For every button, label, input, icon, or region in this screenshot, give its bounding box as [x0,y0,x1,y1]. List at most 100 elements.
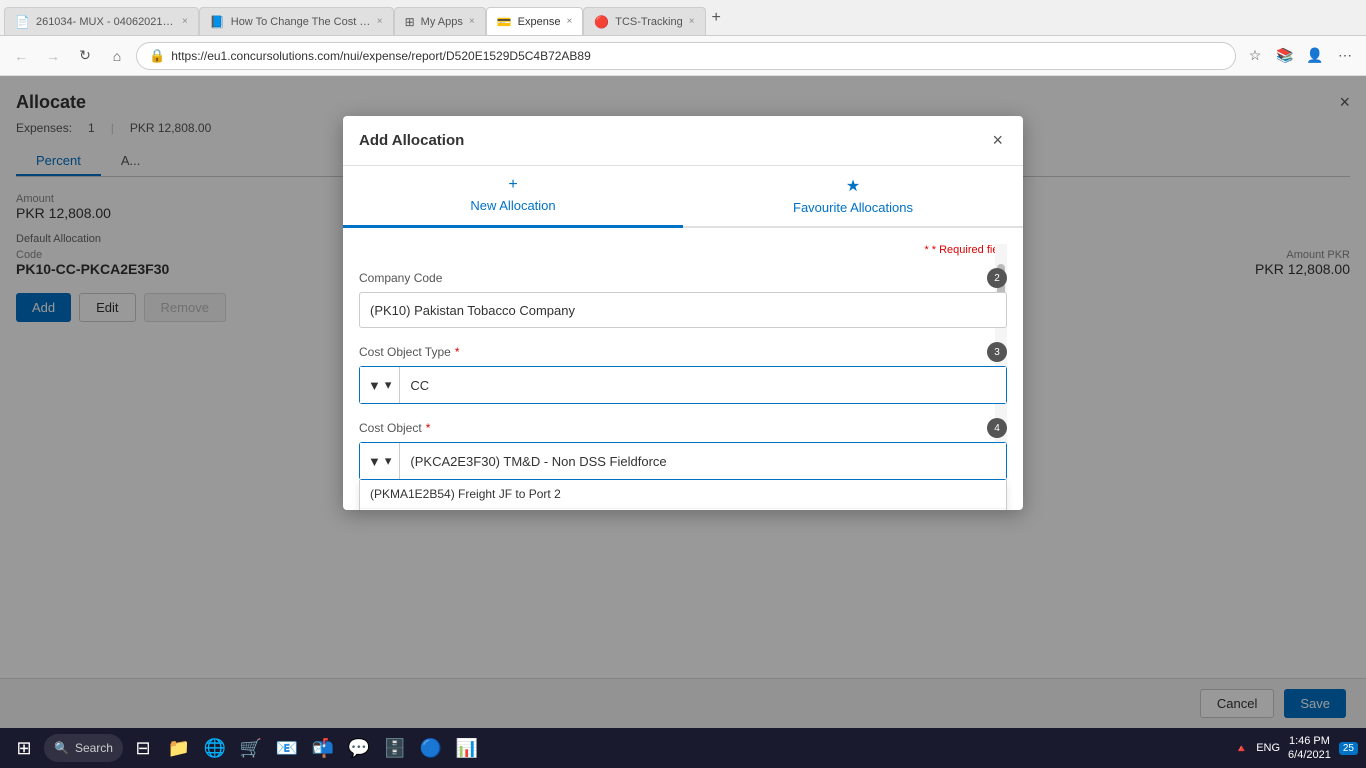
cost-object-type-filter-group: ▼ ▾ [359,366,1007,404]
main-content: Allocate × Expenses: 1 | PKR 12,808.00 P… [0,76,1366,768]
tab-4-label: Expense [518,16,561,28]
new-tab-button[interactable]: + [706,9,727,27]
company-code-input[interactable] [359,292,1007,328]
notification-badge[interactable]: 25 [1339,742,1358,755]
browser-frame: 📄 261034- MUX - 04062021050... × 📘 How T… [0,0,1366,768]
dropdown-item-0[interactable]: (PKMA1E2B54) Freight JF to Port 2 [360,480,1006,509]
cost-object-dropdown[interactable]: (PKMA1E2B54) Freight JF to Port 2 (PKCA1… [359,480,1007,510]
taskbar-app-outlook[interactable]: 📬 [307,732,339,764]
mail-icon: 📧 [276,738,298,759]
teams-icon: 💬 [348,738,370,759]
date-display: 6/4/2021 [1288,748,1331,762]
back-button[interactable]: ← [8,43,34,69]
tab-4[interactable]: 💳 Expense × [486,7,584,35]
tab-5-label: TCS-Tracking [615,16,682,28]
tracking-icon: 🔴 [594,15,609,29]
forward-button[interactable]: → [40,43,66,69]
bookmark-star-button[interactable]: ☆ [1242,43,1268,69]
company-code-group: Company Code 2 [359,268,1007,328]
chevron-down-icon: ▾ [385,377,392,393]
modal-tab-new[interactable]: + New Allocation [343,166,683,228]
cost-object-type-label: Cost Object Type * 3 [359,342,1007,362]
task-view-icon: ⊟ [135,738,150,759]
start-button[interactable]: ⊞ [8,732,40,764]
lang-label: ENG [1256,742,1280,754]
taskbar-app-teams[interactable]: 💬 [343,732,375,764]
modal-title: Add Allocation [359,132,464,149]
store-icon: 🛒 [240,738,262,759]
taskbar-app-access[interactable]: 🗄️ [379,732,411,764]
cost-object-step: 4 [987,418,1007,438]
filter-icon: ▼ [368,378,381,393]
taskbar-app-task-view[interactable]: ⊟ [127,732,159,764]
expense-icon: 💳 [497,15,512,29]
cost-object-type-input[interactable] [400,367,1006,403]
modal-tab-favourite[interactable]: ★ Favourite Allocations [683,166,1023,228]
add-allocation-modal: Add Allocation × + New Allocation ★ Favo… [343,116,1023,510]
star-icon: ★ [846,176,860,196]
dropdown-item-1[interactable]: (PKCA1E2B54) Freight JF to Port 2 (CA) [360,509,1006,510]
cost-object-label: Cost Object * 4 [359,418,1007,438]
tab-3-close[interactable]: × [469,16,475,27]
lock-icon: 🔒 [149,48,165,64]
modal-tabs: + New Allocation ★ Favourite Allocations [343,166,1023,228]
cost-object-type-step: 3 [987,342,1007,362]
modal-tab-favourite-label: Favourite Allocations [793,200,913,215]
tab-2-label: How To Change The Cost Cer... [231,16,371,28]
refresh-button[interactable]: ↻ [72,43,98,69]
toolbar-icons: ☆ 📚 👤 ⋯ [1242,43,1358,69]
tab-1[interactable]: 📄 261034- MUX - 04062021050... × [4,7,199,35]
modal-overlay: Add Allocation × + New Allocation ★ Favo… [0,76,1366,728]
plus-icon: + [508,176,517,194]
menu-button[interactable]: ⋯ [1332,43,1358,69]
search-icon: 🔍 [54,741,69,755]
edge-icon: 🌐 [204,738,226,759]
cost-object-group: Cost Object * 4 ▼ ▾ [359,418,1007,480]
access-icon: 🗄️ [384,738,406,759]
profile-button[interactable]: 👤 [1302,43,1328,69]
company-code-label: Company Code 2 [359,268,1007,288]
taskbar-app-mail[interactable]: 📧 [271,732,303,764]
tab-4-close[interactable]: × [566,16,572,27]
taskbar-app-excel[interactable]: 📊 [451,732,483,764]
taskbar: ⊞ 🔍 Search ⊟ 📁 🌐 🛒 📧 📬 💬 🗄️ [0,728,1366,768]
excel-icon: 📊 [456,738,478,759]
browser-tabs: 📄 261034- MUX - 04062021050... × 📘 How T… [0,0,1366,36]
modal-close-button[interactable]: × [988,130,1007,151]
taskbar-clock[interactable]: 1:46 PM 6/4/2021 [1288,734,1331,763]
browser-toolbar: ← → ↻ ⌂ 🔒 https://eu1.concursolutions.co… [0,36,1366,76]
pdf-icon: 📄 [15,15,30,29]
tab-1-close[interactable]: × [182,16,188,27]
network-icon: 🔺 [1235,742,1249,755]
filter-icon-2: ▼ [368,454,381,469]
cost-object-input[interactable] [400,443,1006,479]
collections-button[interactable]: 📚 [1272,43,1298,69]
taskbar-app-explorer[interactable]: 📁 [163,732,195,764]
tab-2[interactable]: 📘 How To Change The Cost Cer... × [199,7,394,35]
microsoft-icon: ⊞ [405,15,415,29]
cost-object-type-group: Cost Object Type * 3 ▼ ▾ [359,342,1007,404]
modal-header: Add Allocation × [343,116,1023,166]
url-text: https://eu1.concursolutions.com/nui/expe… [171,49,1223,63]
modal-body: * * Required field Company Code 2 [343,228,1023,510]
taskbar-search[interactable]: 🔍 Search [44,734,123,762]
address-bar[interactable]: 🔒 https://eu1.concursolutions.com/nui/ex… [136,42,1236,70]
time-display: 1:46 PM [1288,734,1331,748]
cost-object-type-filter-button[interactable]: ▼ ▾ [360,367,400,403]
taskbar-app-edge[interactable]: 🌐 [199,732,231,764]
tab-2-close[interactable]: × [377,16,383,27]
tab-3[interactable]: ⊞ My Apps × [394,7,486,35]
taskbar-app-store[interactable]: 🛒 [235,732,267,764]
outlook-icon: 📬 [312,738,334,759]
folder-icon: 📁 [168,738,190,759]
tab-5-close[interactable]: × [689,16,695,27]
chevron-down-icon-2: ▾ [385,453,392,469]
tab-5[interactable]: 🔴 TCS-Tracking × [583,7,705,35]
cost-object-filter-button[interactable]: ▼ ▾ [360,443,400,479]
windows-icon: ⊞ [16,738,31,759]
tab-1-label: 261034- MUX - 04062021050... [36,16,176,28]
taskbar-app-edge2[interactable]: 🔵 [415,732,447,764]
home-button[interactable]: ⌂ [104,43,130,69]
required-field-note: * * Required field [359,244,1007,256]
edge2-icon: 🔵 [420,738,442,759]
